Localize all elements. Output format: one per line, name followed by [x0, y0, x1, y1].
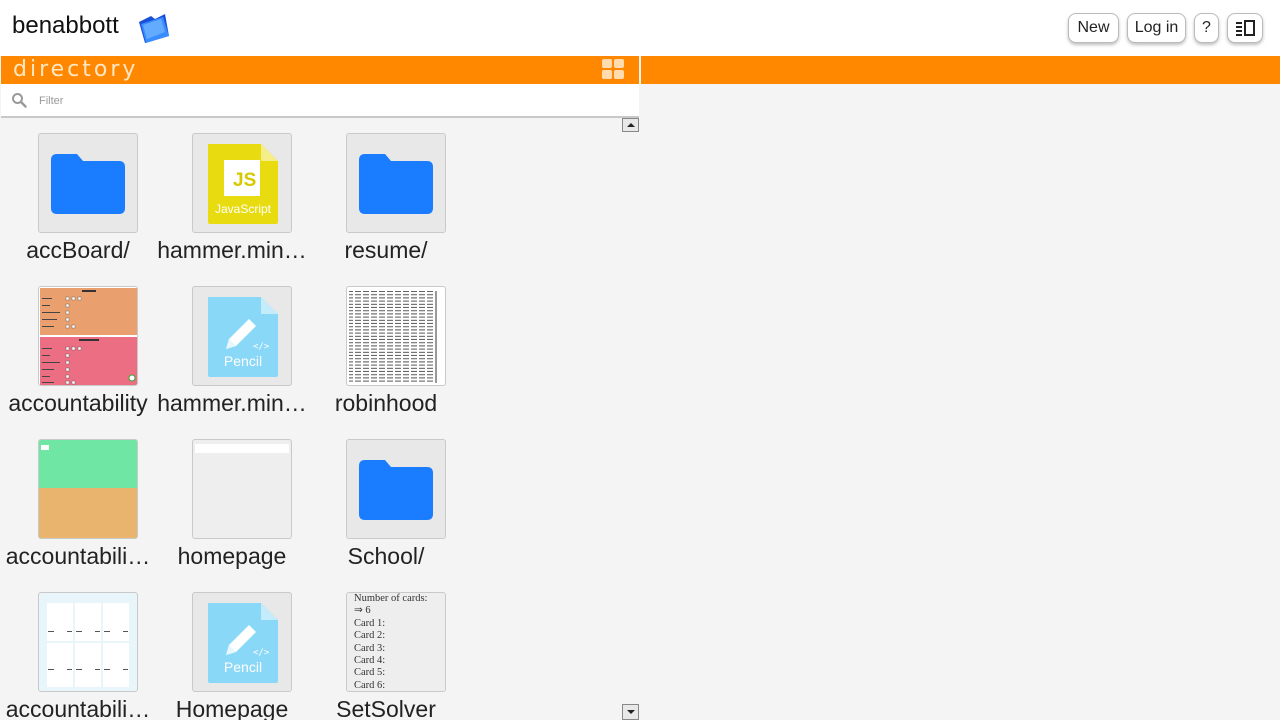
- file-name: hammer.min…: [157, 390, 307, 416]
- directory-title: directory: [13, 57, 139, 82]
- file-thumbnail: [38, 286, 138, 386]
- site-brand[interactable]: benabbott: [12, 12, 119, 40]
- folder-icon: [51, 154, 125, 214]
- file-name: accBoard/: [26, 237, 130, 263]
- folder-icon: [359, 460, 433, 520]
- filter-bar: [1, 84, 639, 118]
- blank-preview-bar: [195, 444, 289, 453]
- file-thumbnail: [192, 439, 292, 539]
- file-thumbnail: [346, 286, 446, 386]
- file-name: School/: [347, 543, 425, 569]
- file-item[interactable]: accountability: [1, 271, 155, 421]
- file-item[interactable]: resume/: [309, 118, 463, 268]
- file-name: accountabili…: [5, 543, 151, 569]
- color-preview: [39, 440, 137, 538]
- file-thumbnail: [38, 439, 138, 539]
- setsolver-preview-text: Number of cards: ⇒ 6 Card 1: Card 2: Car…: [354, 593, 428, 691]
- panel-toggle-icon: [1236, 20, 1255, 36]
- file-thumbnail: </> Pencil: [192, 286, 292, 386]
- file-item[interactable]: </> Pencil hammer.min…: [155, 271, 309, 421]
- directory-pane: directory accBoard/: [1, 56, 639, 720]
- file-name: SetSolver: [336, 696, 436, 720]
- pencil-file-icon: </>: [208, 603, 278, 683]
- file-name: Homepage: [175, 696, 289, 720]
- file-name: accountability: [8, 390, 148, 416]
- file-name: resume/: [344, 237, 428, 263]
- preview-header: [641, 56, 1280, 84]
- file-item[interactable]: robinhood: [309, 271, 463, 421]
- filter-input[interactable]: [39, 92, 599, 110]
- file-name: robinhood: [334, 390, 438, 416]
- pencil-file-icon: </>: [208, 297, 278, 377]
- scroll-up-arrow[interactable]: [622, 118, 639, 132]
- js-label: JavaScript: [214, 202, 272, 216]
- file-name: hammer.min…: [157, 237, 307, 263]
- file-thumbnail: [346, 439, 446, 539]
- file-name: accountabili…: [5, 696, 151, 720]
- js-badge: JS: [233, 170, 257, 191]
- folder-icon: [359, 154, 433, 214]
- file-thumbnail: Number of cards: ⇒ 6 Card 1: Card 2: Car…: [346, 592, 446, 692]
- pencil-label: Pencil: [223, 353, 263, 369]
- pencil-label: Pencil: [223, 659, 263, 675]
- preview-pane: [641, 56, 1280, 720]
- grid-view-icon[interactable]: [602, 59, 626, 81]
- table-preview: [349, 291, 437, 383]
- file-thumbnail: [38, 133, 138, 233]
- folder-logo-icon: [139, 14, 169, 43]
- file-grid: accBoard/ JS JavaScript hammer.min… resu…: [1, 118, 639, 720]
- file-item[interactable]: homepage: [155, 424, 309, 574]
- file-item[interactable]: accountabili…: [1, 577, 155, 720]
- svg-text:</>: </>: [253, 342, 270, 352]
- file-name: homepage: [177, 543, 287, 569]
- panel-toggle-button[interactable]: [1227, 13, 1263, 43]
- svg-text:</>: </>: [253, 648, 270, 658]
- help-button[interactable]: ?: [1194, 13, 1219, 43]
- file-item[interactable]: </> Pencil Homepage: [155, 577, 309, 720]
- new-button[interactable]: New: [1068, 13, 1119, 43]
- directory-header: directory: [1, 56, 639, 84]
- top-bar: benabbott New Log in ?: [0, 0, 1280, 56]
- login-button[interactable]: Log in: [1127, 13, 1186, 43]
- file-item[interactable]: JS JavaScript hammer.min…: [155, 118, 309, 268]
- file-thumbnail: JS JavaScript: [192, 133, 292, 233]
- file-thumbnail: [38, 592, 138, 692]
- file-thumbnail: </> Pencil: [192, 592, 292, 692]
- scroll-down-arrow[interactable]: [622, 704, 639, 720]
- form-preview: [40, 288, 137, 385]
- file-item[interactable]: School/: [309, 424, 463, 574]
- file-item[interactable]: Number of cards: ⇒ 6 Card 1: Card 2: Car…: [309, 577, 463, 720]
- grid-preview: [47, 603, 129, 687]
- file-thumbnail: [346, 133, 446, 233]
- file-item[interactable]: accountabili…: [1, 424, 155, 574]
- file-item[interactable]: accBoard/: [1, 118, 155, 268]
- search-icon: [12, 93, 27, 108]
